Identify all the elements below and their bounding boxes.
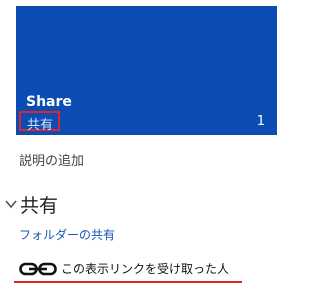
folder-shared-status-highlight: 共有: [19, 111, 60, 133]
sharing-section-header[interactable]: 共有: [4, 192, 59, 217]
shared-link-entry[interactable]: この表示リンクを受け取った人: [19, 260, 229, 277]
chevron-down-icon: [5, 200, 17, 209]
add-description-link[interactable]: 説明の追加: [19, 150, 84, 169]
sharing-section-title: 共有: [20, 194, 59, 217]
folder-title: Share: [26, 94, 72, 110]
folder-share-link[interactable]: フォルダーの共有: [19, 226, 115, 243]
folder-item-count: 1: [256, 114, 265, 129]
folder-tile[interactable]: Share 共有 1: [16, 6, 277, 135]
link-icon: [19, 262, 57, 275]
shared-link-label: この表示リンクを受け取った人: [61, 262, 230, 276]
highlight-underline: [14, 281, 242, 283]
folder-shared-status: 共有: [27, 118, 54, 133]
